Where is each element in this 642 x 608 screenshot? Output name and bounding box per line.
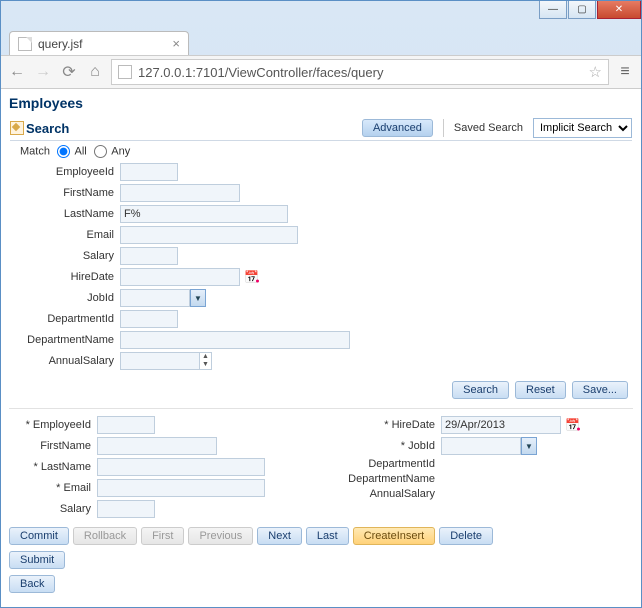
dlabel-salary: Salary (9, 503, 97, 515)
browser-tab[interactable]: query.jsf × (9, 31, 189, 55)
label-firstname: FirstName (20, 187, 120, 199)
input-jobid[interactable] (120, 289, 190, 307)
browser-tabstrip: query.jsf × (1, 27, 641, 55)
dlabel-hiredate: * HireDate (331, 419, 441, 431)
tab-close-icon[interactable]: × (172, 36, 180, 51)
page-title: Employees (9, 95, 633, 111)
dlabel-departmentname: DepartmentName (331, 473, 441, 485)
match-row: Match All Any (10, 141, 632, 160)
address-bar[interactable]: 127.0.0.1:7101/ViewController/faces/quer… (111, 59, 609, 85)
input-lastname[interactable] (120, 205, 288, 223)
label-departmentid: DepartmentId (20, 313, 120, 325)
window-titlebar: — ▢ ✕ (1, 1, 641, 27)
dlabel-annualsalary: AnnualSalary (331, 488, 441, 500)
dlabel-email: * Email (9, 482, 97, 494)
input-hiredate[interactable] (120, 268, 240, 286)
match-all-label: All (74, 145, 86, 157)
dropdown-icon[interactable]: ▼ (521, 437, 537, 455)
dinput-firstname[interactable] (97, 437, 217, 455)
home-icon[interactable]: ⌂ (85, 63, 105, 81)
reset-button[interactable]: Reset (515, 381, 566, 399)
bookmark-star-icon[interactable]: ☆ (589, 63, 602, 81)
url-text: 127.0.0.1:7101/ViewController/faces/quer… (138, 65, 383, 80)
page-content: Employees Search Advanced Saved Search I… (1, 89, 641, 607)
input-departmentid[interactable] (120, 310, 178, 328)
search-criteria: EmployeeId FirstName LastName Email Sala… (10, 163, 632, 370)
label-email: Email (20, 229, 120, 241)
last-button[interactable]: Last (306, 527, 349, 545)
search-panel: Search Advanced Saved Search Implicit Se… (9, 115, 633, 408)
dlabel-jobid: * JobId (331, 440, 441, 452)
label-hiredate: HireDate (20, 271, 120, 283)
menu-icon[interactable]: ≡ (615, 63, 635, 81)
search-actions: Search Reset Save... (10, 373, 632, 407)
submit-button[interactable]: Submit (9, 551, 65, 569)
rollback-button[interactable]: Rollback (73, 527, 137, 545)
input-salary[interactable] (120, 247, 178, 265)
dlabel-lastname: * LastName (9, 461, 97, 473)
forward-icon[interactable]: → (33, 63, 53, 81)
input-email[interactable] (120, 226, 298, 244)
dlabel-departmentid: DepartmentId (331, 458, 441, 470)
match-any-radio[interactable] (94, 145, 107, 158)
match-any-label: Any (111, 145, 130, 157)
input-departmentname[interactable] (120, 331, 350, 349)
saved-search-select[interactable]: Implicit Search (533, 118, 632, 138)
back-button[interactable]: Back (9, 575, 55, 593)
dinput-hiredate[interactable] (441, 416, 561, 434)
reload-icon[interactable]: ⟳ (59, 62, 79, 82)
match-all-radio[interactable] (57, 145, 70, 158)
commit-button[interactable]: Commit (9, 527, 69, 545)
back-icon[interactable]: ← (7, 63, 27, 81)
label-salary: Salary (20, 250, 120, 262)
search-panel-title: Search (26, 121, 69, 136)
page-icon (18, 37, 32, 51)
detail-form: * EmployeeId FirstName * LastName * Emai… (9, 408, 633, 521)
dropdown-icon[interactable]: ▼ (190, 289, 206, 307)
match-label: Match (20, 145, 50, 157)
window-maximize-button[interactable]: ▢ (568, 1, 596, 19)
previous-button[interactable]: Previous (188, 527, 253, 545)
first-button[interactable]: First (141, 527, 184, 545)
label-annualsalary: AnnualSalary (20, 355, 120, 367)
saved-search-label: Saved Search (454, 122, 523, 134)
edit-icon (10, 121, 24, 135)
search-button[interactable]: Search (452, 381, 509, 399)
calendar-icon[interactable] (244, 269, 260, 285)
next-button[interactable]: Next (257, 527, 302, 545)
window-close-button[interactable]: ✕ (597, 1, 641, 19)
browser-window: — ▢ ✕ query.jsf × ← → ⟳ ⌂ 127.0.0.1:7101… (0, 0, 642, 608)
dinput-jobid[interactable] (441, 437, 521, 455)
record-toolbar: Commit Rollback First Previous Next Last… (9, 521, 633, 551)
input-annualsalary[interactable] (120, 352, 200, 370)
dinput-email[interactable] (97, 479, 265, 497)
save-button[interactable]: Save... (572, 381, 628, 399)
delete-button[interactable]: Delete (439, 527, 493, 545)
label-departmentname: DepartmentName (20, 334, 120, 346)
browser-toolbar: ← → ⟳ ⌂ 127.0.0.1:7101/ViewController/fa… (1, 55, 641, 89)
dinput-employeeid[interactable] (97, 416, 155, 434)
calendar-icon[interactable] (565, 417, 581, 433)
label-jobid: JobId (20, 292, 120, 304)
page-icon (118, 65, 132, 79)
search-panel-header: Search Advanced Saved Search Implicit Se… (10, 116, 632, 141)
dlabel-firstname: FirstName (9, 440, 97, 452)
dinput-lastname[interactable] (97, 458, 265, 476)
input-employeeid[interactable] (120, 163, 178, 181)
window-minimize-button[interactable]: — (539, 1, 567, 19)
divider (443, 119, 444, 137)
spinner-icon[interactable]: ▲▼ (200, 352, 212, 370)
createinsert-button[interactable]: CreateInsert (353, 527, 436, 545)
advanced-button[interactable]: Advanced (362, 119, 433, 137)
label-lastname: LastName (20, 208, 120, 220)
dlabel-employeeid: * EmployeeId (9, 419, 97, 431)
tab-title: query.jsf (38, 37, 82, 51)
input-firstname[interactable] (120, 184, 240, 202)
dinput-salary[interactable] (97, 500, 155, 518)
label-employeeid: EmployeeId (20, 166, 120, 178)
